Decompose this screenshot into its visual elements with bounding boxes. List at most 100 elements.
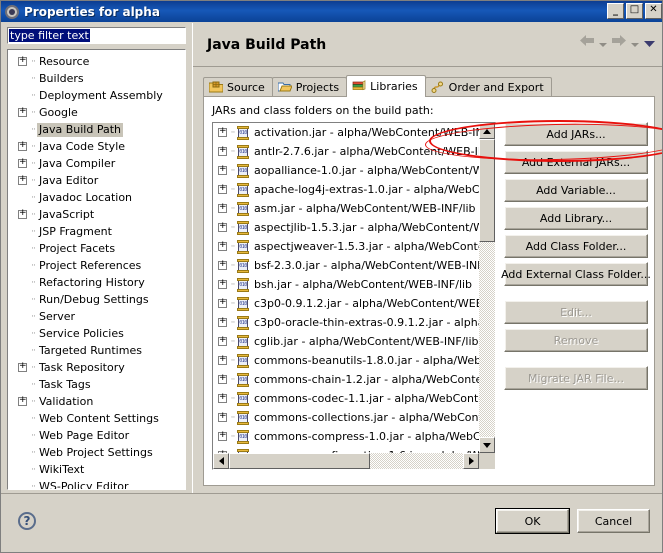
expand-icon[interactable] bbox=[218, 202, 227, 213]
expand-icon[interactable] bbox=[218, 373, 227, 384]
sidebar-item-web-project-settings[interactable]: ·· Web Project Settings bbox=[8, 444, 185, 461]
expand-icon[interactable] bbox=[18, 174, 27, 185]
expand-icon[interactable] bbox=[218, 430, 227, 441]
sidebar-item-javadoc-location[interactable]: ·· Javadoc Location bbox=[8, 189, 185, 206]
jar-list-item[interactable]: ··010 commons-codec-1.1.jar - alpha/WebCo… bbox=[213, 389, 481, 408]
settings-tree[interactable]: ··Resource··Builders··Deployment Assembl… bbox=[7, 49, 186, 490]
jar-list-item[interactable]: ··010 activation.jar - alpha/WebContent/W… bbox=[213, 123, 481, 142]
expand-icon[interactable] bbox=[218, 316, 227, 327]
scroll-down-button[interactable] bbox=[479, 437, 495, 453]
add-variable-button[interactable]: Add Variable... bbox=[504, 178, 648, 202]
jar-list-item[interactable]: ··010 c3p0-0.9.1.2.jar - alpha/WebContent… bbox=[213, 294, 481, 313]
jar-list-item[interactable]: ··010 bsf-2.3.0.jar - alpha/WebContent/WE… bbox=[213, 256, 481, 275]
expand-icon[interactable] bbox=[18, 157, 27, 168]
expand-icon[interactable] bbox=[218, 335, 227, 346]
jar-list-item[interactable]: ··010 apache-log4j-extras-1.0.jar - alpha… bbox=[213, 180, 481, 199]
expand-icon[interactable] bbox=[218, 145, 227, 156]
expand-icon[interactable] bbox=[218, 240, 227, 251]
jar-list-item[interactable]: ··010 asm.jar - alpha/WebContent/WEB-INF/… bbox=[213, 199, 481, 218]
sidebar-item-wikitext[interactable]: ·· WikiText bbox=[8, 461, 185, 478]
expand-icon[interactable] bbox=[18, 395, 27, 406]
sidebar-item-javascript[interactable]: ··JavaScript bbox=[8, 206, 185, 223]
jar-list[interactable]: ··010activation.jar - alpha/WebContent/W… bbox=[212, 122, 496, 470]
vertical-scrollbar-thumb[interactable] bbox=[479, 139, 495, 242]
add-class-folder-button[interactable]: Add Class Folder... bbox=[504, 234, 648, 258]
sidebar-item-server[interactable]: ·· Server bbox=[8, 308, 185, 325]
jar-list-item[interactable]: ··010 commons-compress-1.0.jar - alpha/We… bbox=[213, 427, 481, 446]
jar-list-item[interactable]: ··010 antlr-2.7.6.jar - alpha/WebContent/… bbox=[213, 142, 481, 161]
sidebar-item-web-content-settings[interactable]: ·· Web Content Settings bbox=[8, 410, 185, 427]
expand-icon[interactable] bbox=[18, 140, 27, 151]
sidebar-item-targeted-runtimes[interactable]: ·· Targeted Runtimes bbox=[8, 342, 185, 359]
expand-icon[interactable] bbox=[218, 126, 227, 137]
horizontal-scrollbar-thumb[interactable] bbox=[229, 453, 370, 469]
scroll-up-button[interactable] bbox=[479, 123, 495, 139]
expand-icon[interactable] bbox=[218, 164, 227, 175]
chevron-down-filled-icon[interactable] bbox=[644, 38, 655, 47]
expand-icon[interactable] bbox=[218, 221, 227, 232]
expand-icon[interactable] bbox=[218, 354, 227, 365]
ok-button[interactable]: OK bbox=[495, 508, 570, 534]
sidebar-item-task-repository[interactable]: ··Task Repository bbox=[8, 359, 185, 376]
expand-icon[interactable] bbox=[218, 259, 227, 270]
sidebar-item-java-compiler[interactable]: ··Java Compiler bbox=[8, 155, 185, 172]
sidebar-item-project-facets[interactable]: ·· Project Facets bbox=[8, 240, 185, 257]
jar-list-item[interactable]: ··010 aopalliance-1.0.jar - alpha/WebCont… bbox=[213, 161, 481, 180]
arrow-left-icon[interactable] bbox=[580, 35, 594, 46]
jar-list-item[interactable]: ··010 bsh.jar - alpha/WebContent/WEB-INF/… bbox=[213, 275, 481, 294]
tab-order-and-export[interactable]: Order and Export bbox=[424, 77, 552, 97]
scroll-left-button[interactable] bbox=[213, 453, 229, 469]
sidebar-item-java-editor[interactable]: ··Java Editor bbox=[8, 172, 185, 189]
chevron-down-icon-forward[interactable] bbox=[631, 38, 639, 47]
sidebar-item-project-references[interactable]: ·· Project References bbox=[8, 257, 185, 274]
add-external-class-folder-button[interactable]: Add External Class Folder... bbox=[501, 262, 651, 286]
sidebar-item-service-policies[interactable]: ·· Service Policies bbox=[8, 325, 185, 342]
expand-icon[interactable] bbox=[218, 411, 227, 422]
sidebar-item-resource[interactable]: ··Resource bbox=[8, 53, 185, 70]
jar-list-item[interactable]: ··010 commons-chain-1.2.jar - alpha/WebCo… bbox=[213, 370, 481, 389]
add-jars-button[interactable]: Add JARs... bbox=[504, 122, 648, 146]
tab-projects[interactable]: Projects bbox=[271, 77, 348, 97]
expand-icon[interactable] bbox=[18, 208, 27, 219]
sidebar-item-java-code-style[interactable]: ··Java Code Style bbox=[8, 138, 185, 155]
expand-icon[interactable] bbox=[218, 392, 227, 403]
cancel-button[interactable]: Cancel bbox=[577, 509, 650, 533]
sidebar-item-run-debug-settings[interactable]: ·· Run/Debug Settings bbox=[8, 291, 185, 308]
tab-libraries[interactable]: Libraries bbox=[346, 75, 426, 97]
tab-source[interactable]: Source bbox=[203, 77, 273, 97]
expand-icon[interactable] bbox=[18, 55, 27, 66]
jar-list-item[interactable]: ··010 aspectjlib-1.5.3.jar - alpha/WebCon… bbox=[213, 218, 481, 237]
sidebar-item-java-build-path[interactable]: ·· Java Build Path bbox=[8, 121, 185, 138]
sidebar-item-refactoring-history[interactable]: ·· Refactoring History bbox=[8, 274, 185, 291]
minimize-button[interactable]: _ bbox=[607, 3, 624, 19]
sidebar-item-builders[interactable]: ·· Builders bbox=[8, 70, 185, 87]
filter-input[interactable]: type filter text bbox=[7, 27, 186, 44]
help-icon[interactable]: ? bbox=[18, 512, 36, 530]
expand-icon[interactable] bbox=[18, 361, 27, 372]
sidebar-item-validation[interactable]: ··Validation bbox=[8, 393, 185, 410]
jar-list-item[interactable]: ··010 cglib.jar - alpha/WebContent/WEB-IN… bbox=[213, 332, 481, 351]
expand-icon[interactable] bbox=[218, 278, 227, 289]
scroll-right-button[interactable] bbox=[463, 453, 479, 469]
jar-list-item[interactable]: ··010 aspectjweaver-1.5.3.jar - alpha/Web… bbox=[213, 237, 481, 256]
add-library-button[interactable]: Add Library... bbox=[504, 206, 648, 230]
sidebar-item-jsp-fragment[interactable]: ·· JSP Fragment bbox=[8, 223, 185, 240]
arrow-right-icon[interactable] bbox=[612, 35, 626, 46]
horizontal-scrollbar[interactable] bbox=[213, 453, 479, 469]
maximize-button[interactable]: □ bbox=[626, 3, 643, 19]
add-external-jars-button[interactable]: Add External JARs... bbox=[504, 150, 648, 174]
sidebar-item-deployment-assembly[interactable]: ·· Deployment Assembly bbox=[8, 87, 185, 104]
close-button[interactable]: ✕ bbox=[645, 3, 662, 19]
sidebar-item-ws-policy-editor[interactable]: ·· WS-Policy Editor bbox=[8, 478, 185, 490]
jar-list-item[interactable]: ··010 commons-collections.jar - alpha/Web… bbox=[213, 408, 481, 427]
jar-list-item[interactable]: ··010 c3p0-oracle-thin-extras-0.9.1.2.jar… bbox=[213, 313, 481, 332]
expand-icon[interactable] bbox=[218, 297, 227, 308]
sidebar-item-web-page-editor[interactable]: ·· Web Page Editor bbox=[8, 427, 185, 444]
expand-icon[interactable] bbox=[218, 183, 227, 194]
jar-list-item[interactable]: ··010 commons-beanutils-1.8.0.jar - alpha… bbox=[213, 351, 481, 370]
chevron-down-icon-back[interactable] bbox=[599, 38, 607, 47]
sidebar-item-google[interactable]: ··Google bbox=[8, 104, 185, 121]
expand-icon[interactable] bbox=[18, 106, 27, 117]
sidebar-item-task-tags[interactable]: ·· Task Tags bbox=[8, 376, 185, 393]
vertical-scrollbar[interactable] bbox=[479, 123, 495, 453]
